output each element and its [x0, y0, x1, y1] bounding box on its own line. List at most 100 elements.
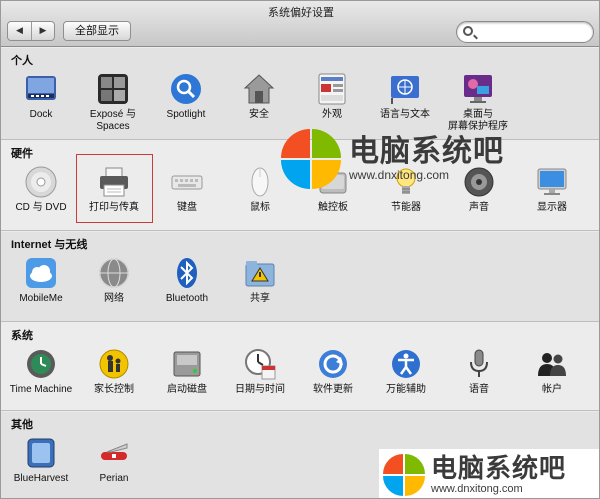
search-icon — [463, 26, 473, 36]
pref-bluetooth[interactable]: Bluetooth — [149, 256, 225, 305]
spotlight-icon — [171, 74, 201, 104]
search-field[interactable] — [456, 21, 594, 43]
pref-label: 显示器 — [537, 202, 567, 213]
toolbar: 系统偏好设置 ◀ ▶ 全部显示 — [1, 1, 599, 47]
forward-arrow-icon: ▶ — [39, 26, 47, 36]
section-title: 其他 — [11, 419, 33, 431]
pref-label: 声音 — [469, 202, 489, 213]
pref-date-time[interactable]: 日期与时间 — [222, 347, 298, 396]
pref-label: 键盘 — [177, 202, 197, 213]
pref-accounts[interactable]: 帐户 — [514, 347, 590, 396]
pref-blueharvest[interactable]: BlueHarvest — [3, 436, 79, 485]
pref-label: 网络 — [104, 293, 124, 304]
language-flag-icon — [391, 76, 419, 104]
section-title: 个人 — [11, 55, 33, 67]
bluetooth-icon — [177, 258, 197, 288]
pref-sharing[interactable]: 共享 — [222, 256, 298, 305]
show-all-button[interactable]: 全部显示 — [63, 21, 131, 41]
pref-appearance[interactable]: 外观 — [294, 72, 370, 121]
pref-parental-controls[interactable]: 家长控制 — [76, 347, 152, 396]
pref-keyboard[interactable]: 键盘 — [149, 165, 225, 214]
network-globe-icon — [99, 258, 129, 288]
software-update-icon — [319, 350, 347, 378]
pref-label: 语言与文本 — [380, 109, 430, 120]
cd-dvd-icon — [25, 166, 57, 198]
pref-spotlight[interactable]: Spotlight — [148, 72, 224, 121]
pref-speech[interactable]: 语音 — [441, 347, 517, 396]
speech-microphone-icon — [470, 349, 488, 377]
window-title: 系统偏好设置 — [268, 6, 334, 19]
section-system: 系统 Time Machine 家长控制 启动磁盘 日期与时间 软件更新 万能辅… — [1, 323, 599, 411]
pref-expose[interactable]: Exposé 与 Spaces — [75, 72, 151, 133]
pref-language-text[interactable]: 语言与文本 — [367, 72, 443, 121]
pref-label: 万能辅助 — [386, 384, 426, 395]
pref-startup-disk[interactable]: 启动磁盘 — [149, 347, 225, 396]
section-title: 硬件 — [11, 148, 33, 160]
pref-time-machine[interactable]: Time Machine — [3, 347, 79, 396]
watermark-url: www.dnxitong.com — [431, 482, 523, 495]
pref-label: 帐户 — [542, 384, 562, 395]
pref-dock[interactable]: Dock — [3, 72, 79, 121]
nav-button-group: ◀ ▶ — [7, 21, 55, 41]
pref-label: 节能器 — [391, 202, 421, 213]
system-preferences-window: 系统偏好设置 ◀ ▶ 全部显示 个人 Dock Exposé 与 Spaces … — [0, 0, 600, 499]
dock-icon — [26, 76, 56, 100]
appearance-icon — [318, 73, 346, 105]
back-arrow-icon: ◀ — [16, 26, 23, 36]
startup-disk-icon — [173, 351, 201, 377]
date-time-clock-icon — [245, 349, 276, 380]
pref-software-update[interactable]: 软件更新 — [295, 347, 371, 396]
pref-label: 安全 — [249, 109, 269, 120]
pref-cd-dvd[interactable]: CD 与 DVD — [3, 165, 79, 214]
pref-label: 触控板 — [318, 202, 348, 213]
pref-label: 共享 — [250, 293, 270, 304]
accounts-people-icon — [538, 353, 566, 376]
pref-label: 语音 — [469, 384, 489, 395]
pref-label: CD 与 DVD — [15, 202, 67, 213]
highlight-box — [76, 154, 153, 223]
security-house-icon — [243, 74, 275, 104]
desktop-screensaver-icon — [464, 75, 492, 103]
pref-label: 日期与时间 — [235, 384, 285, 395]
section-internet-wireless: Internet 与无线 MobileMe 网络 Bluetooth 共享 — [1, 232, 599, 322]
pref-label: Perian — [99, 473, 129, 484]
pref-label: 启动磁盘 — [167, 384, 207, 395]
pref-label: BlueHarvest — [13, 473, 69, 484]
time-machine-icon — [27, 350, 55, 378]
pref-label: Bluetooth — [165, 293, 209, 304]
display-icon — [537, 168, 567, 195]
mouse-icon — [251, 167, 269, 197]
pref-label: MobileMe — [19, 293, 63, 304]
watermark-center: 电脑系统吧 www.dnxitong.com — [281, 129, 504, 189]
mobileme-cloud-icon — [26, 258, 56, 288]
pref-label: 家长控制 — [94, 384, 134, 395]
pref-label: 鼠标 — [250, 202, 270, 213]
sharing-folder-icon — [245, 261, 275, 287]
perian-knife-icon — [101, 443, 128, 460]
pref-label: 外观 — [322, 109, 342, 120]
keyboard-icon — [171, 175, 203, 190]
pref-desktop-screensaver[interactable]: 桌面与 屏幕保护程序 — [440, 72, 516, 133]
watermark-corner: 电脑系统吧 www.dnxitong.com — [379, 449, 599, 498]
pref-security[interactable]: 安全 — [221, 72, 297, 121]
watermark-name: 电脑系统吧 — [349, 135, 504, 168]
section-title: Internet 与无线 — [11, 239, 88, 251]
blueharvest-icon — [27, 438, 55, 468]
back-button[interactable]: ◀ — [8, 22, 31, 40]
universal-access-icon — [392, 350, 420, 378]
pref-perian[interactable]: Perian — [76, 436, 152, 485]
pref-mobileme[interactable]: MobileMe — [3, 256, 79, 305]
pref-network[interactable]: 网络 — [76, 256, 152, 305]
windows-logo-icon — [383, 453, 425, 496]
section-personal: 个人 Dock Exposé 与 Spaces Spotlight 安全 外观 … — [1, 48, 599, 140]
section-title: 系统 — [11, 330, 33, 342]
forward-button[interactable]: ▶ — [30, 22, 54, 40]
pref-label: Time Machine — [9, 384, 73, 395]
pref-displays[interactable]: 显示器 — [514, 165, 590, 214]
watermark-url: www.dnxitong.com — [349, 168, 450, 182]
pref-label: Exposé 与 Spaces — [89, 109, 137, 132]
pref-label: 软件更新 — [313, 384, 353, 395]
watermark-name: 电脑系统吧 — [431, 452, 567, 483]
search-input[interactable] — [477, 24, 587, 40]
pref-universal-access[interactable]: 万能辅助 — [368, 347, 444, 396]
